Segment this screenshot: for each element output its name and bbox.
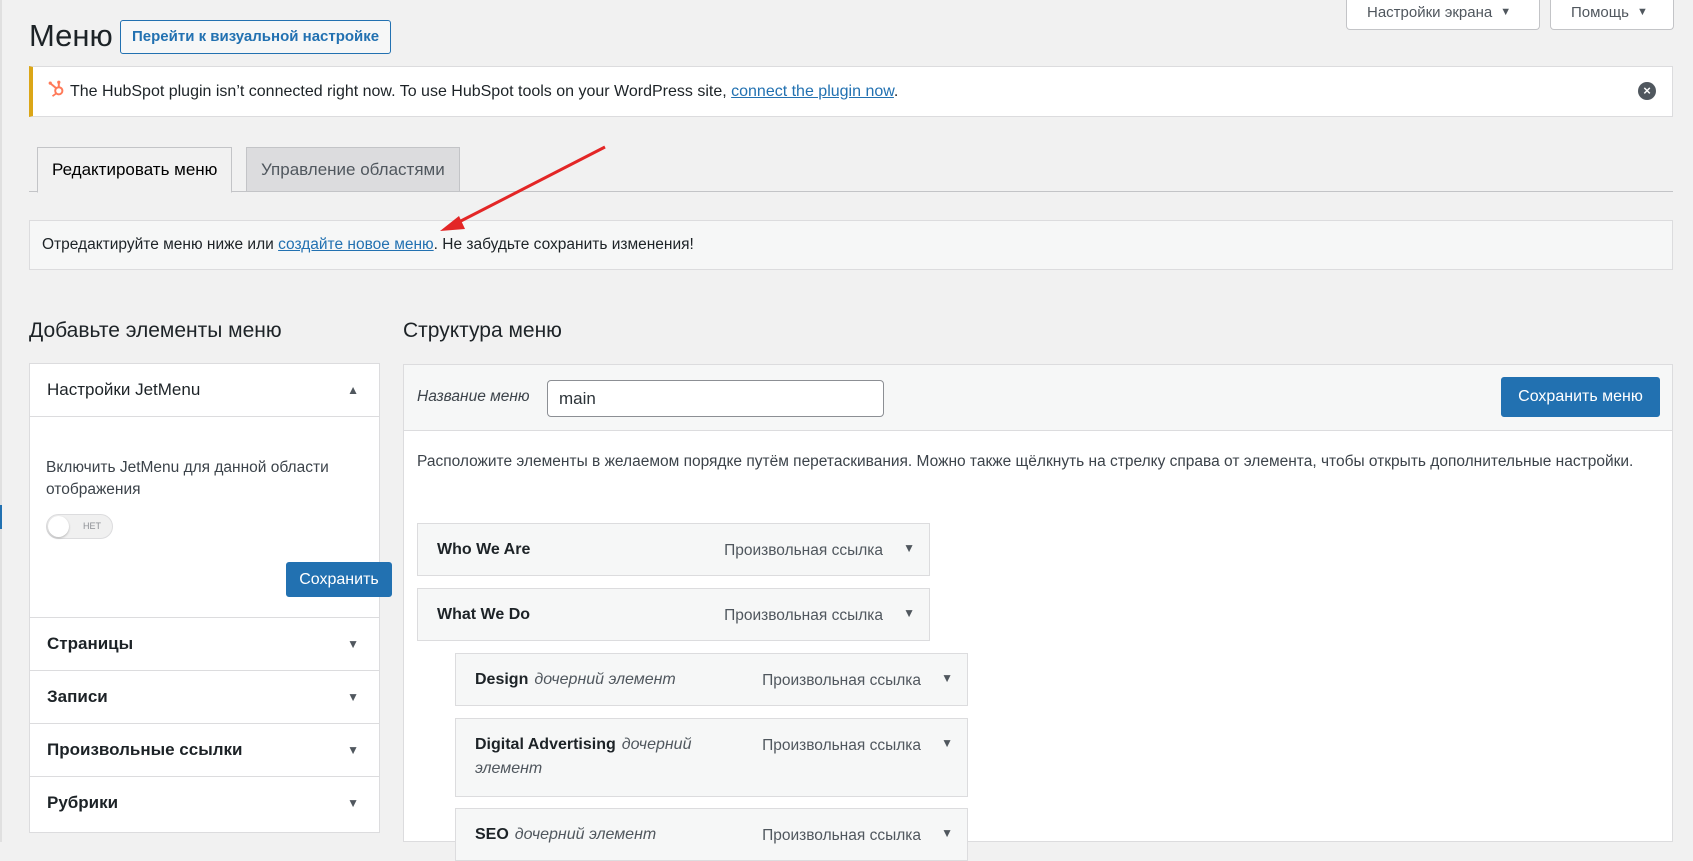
notice-text: The HubSpot plugin isn’t connected right… [70,83,732,100]
toggle-knob [48,516,69,537]
manage-text-end: . Не забудьте сохранить изменения! [433,236,694,253]
accordion-pages[interactable]: Страницы ▼ [30,617,379,670]
collapse-arrow-icon[interactable]: ▲ [347,364,359,416]
menu-name-input[interactable] [547,380,884,417]
menu-item-title: Design дочерний элемент [475,671,676,689]
accordion-pages-label: Страницы [47,634,134,653]
jetmenu-settings-title: Настройки JetMenu [47,380,201,399]
toggle-state-label: НЕТ [83,521,101,531]
expand-item-arrow-icon[interactable]: ▼ [941,826,953,840]
menu-item-subitem-label: дочерний элемент [534,671,676,688]
menu-item-title: SEO дочерний элемент [475,826,656,844]
create-new-menu-link[interactable]: создайте новое меню [278,236,434,253]
notice-text-end: . [893,83,899,100]
active-menu-marker [0,505,2,529]
menu-item-title: Who We Are [437,541,531,558]
menu-item-type: Произвольная ссылка [762,672,921,689]
menu-name-label: Название меню [417,388,530,405]
accordion-posts[interactable]: Записи ▼ [30,670,379,723]
jetmenu-enable-toggle[interactable]: НЕТ [46,514,113,539]
menu-item-type: Произвольная ссылка [724,542,883,559]
expand-item-arrow-icon[interactable]: ▼ [941,736,953,750]
accordion-custom-links-label: Произвольные ссылки [47,740,243,759]
jetmenu-enable-label: Включить JetMenu для данной области отоб… [46,459,329,498]
menu-item[interactable]: Digital Advertising дочерний элемент Прои… [455,718,968,797]
screen-options-button[interactable]: Настройки экрана ▼ [1346,0,1540,30]
dropdown-arrow-icon: ▼ [1500,6,1512,18]
menu-item-subitem-label: дочерний элемент [514,826,657,843]
dropdown-arrow-icon: ▼ [1636,6,1648,18]
accordion-categories-label: Рубрики [47,793,119,812]
visual-settings-button[interactable]: Перейти к визуальной настройке [120,20,392,54]
menu-item-title-text: SEO [475,826,509,843]
hubspot-notice: The HubSpot plugin isn’t connected right… [29,66,1673,117]
admin-sidebar-edge [0,0,2,842]
menu-item-title-text: Design [475,671,529,688]
add-items-accordion: Настройки JetMenu ▲ Включить JetMenu для… [29,363,392,833]
menu-item[interactable]: SEO дочерний элемент Произвольная ссылка … [455,808,968,861]
save-menu-button[interactable]: Сохранить меню [1501,377,1660,417]
menu-item-type: Произвольная ссылка [762,737,921,754]
menu-structure-description: Расположите элементы в желаемом порядке … [417,453,1634,470]
menu-header-bar: Название меню Сохранить меню [404,365,1672,431]
menu-item-title-text: Digital Advertising [475,736,616,753]
dismiss-notice-icon[interactable]: × [1638,82,1656,100]
hubspot-icon [48,80,64,97]
accordion-categories[interactable]: Рубрики ▼ [30,776,379,829]
menu-item-type: Произвольная ссылка [724,607,883,624]
page-title: Меню [29,18,113,53]
accordion-custom-links[interactable]: Произвольные ссылки ▼ [30,723,379,776]
help-label: Помощь [1571,4,1629,21]
expand-item-arrow-icon[interactable]: ▼ [903,606,915,620]
screen-options-label: Настройки экрана [1367,4,1493,21]
menu-item[interactable]: Who We Are Произвольная ссылка ▼ [417,523,930,576]
menu-structure-heading: Структура меню [403,319,562,342]
menu-item[interactable]: What We Do Произвольная ссылка ▼ [417,588,930,641]
expand-arrow-icon: ▼ [347,637,359,651]
tab-edit-menu[interactable]: Редактировать меню [37,147,233,193]
jetmenu-settings-body: Включить JetMenu для данной области отоб… [30,417,392,617]
menu-item-title: Digital Advertising дочерний элемент [475,733,695,781]
tab-manage-locations[interactable]: Управление областями [246,147,460,192]
connect-plugin-link[interactable]: connect the plugin now [731,83,894,100]
help-button[interactable]: Помощь ▼ [1550,0,1674,30]
manage-text: Отредактируйте меню ниже или [42,236,279,253]
menu-structure-panel: Название меню Сохранить меню Расположите… [403,364,1673,861]
menu-item[interactable]: Design дочерний элемент Произвольная ссыл… [455,653,968,706]
menu-item-title: What We Do [437,606,531,623]
expand-arrow-icon: ▼ [347,796,359,810]
add-menu-items-heading: Добавьте элементы меню [29,319,282,342]
expand-item-arrow-icon[interactable]: ▼ [903,541,915,555]
expand-arrow-icon: ▼ [347,690,359,704]
save-jetmenu-button[interactable]: Сохранить [286,562,392,597]
expand-arrow-icon: ▼ [347,743,359,757]
manage-menus-box: Отредактируйте меню ниже или создайте но… [29,220,1673,270]
expand-item-arrow-icon[interactable]: ▼ [941,671,953,685]
jetmenu-settings-header[interactable]: Настройки JetMenu ▲ [30,364,379,417]
accordion-posts-label: Записи [47,687,108,706]
menu-item-type: Произвольная ссылка [762,827,921,844]
